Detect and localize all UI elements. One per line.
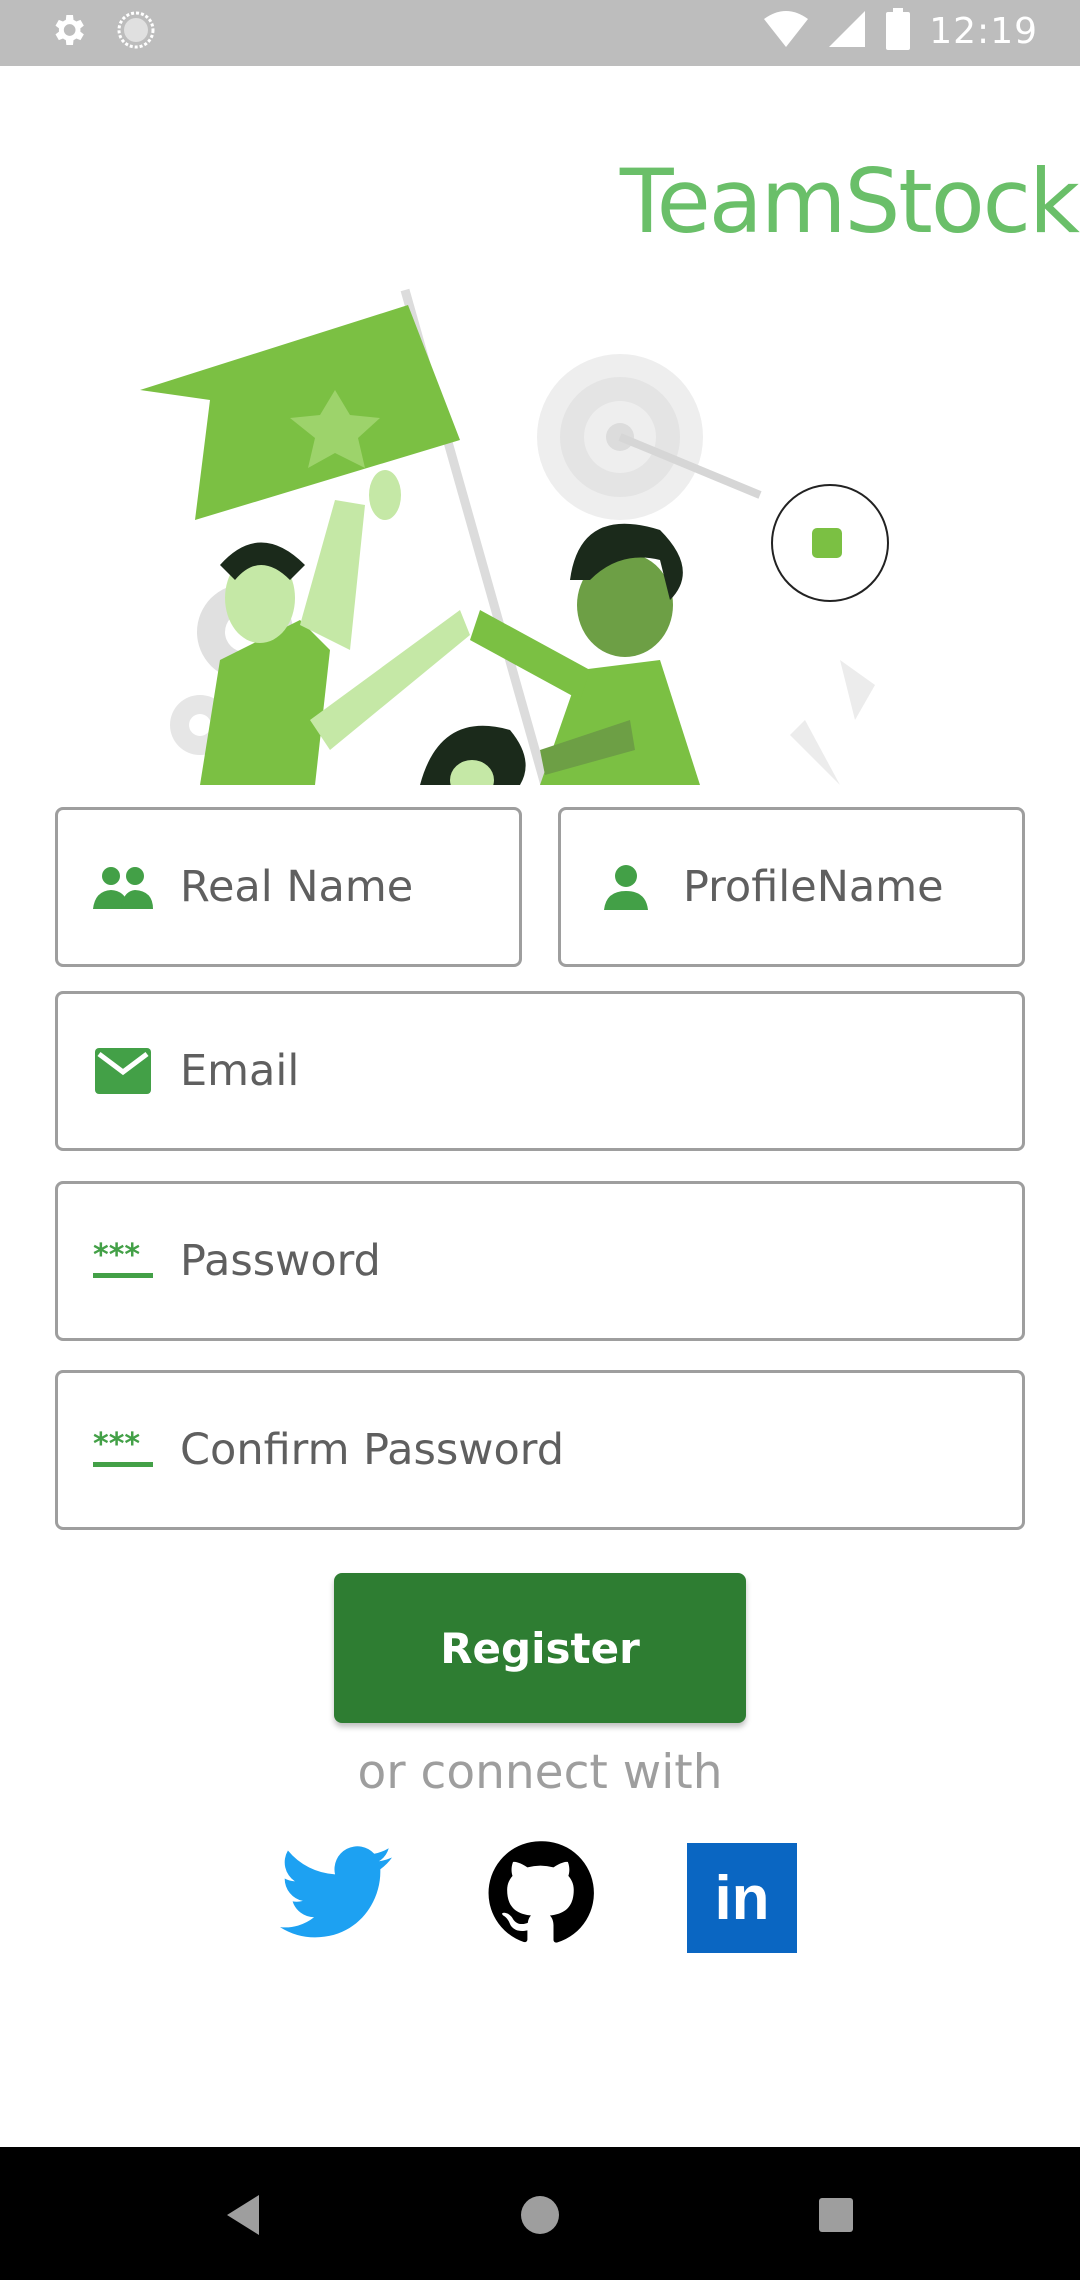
github-button[interactable]	[482, 1838, 597, 1953]
person-icon	[591, 852, 661, 922]
group-icon	[88, 852, 158, 922]
connect-caption: or connect with	[357, 1745, 723, 1800]
app-title: TeamStock	[619, 150, 1080, 253]
real-name-placeholder: Real Name	[180, 862, 414, 912]
twitter-button[interactable]	[278, 1838, 393, 1953]
linkedin-button[interactable]: in	[687, 1843, 797, 1953]
register-button[interactable]: Register	[334, 1573, 746, 1723]
email-placeholder: Email	[180, 1046, 300, 1096]
clock: 12:19	[929, 11, 1038, 52]
profile-name-field[interactable]: ProfileName	[558, 807, 1025, 967]
gear-icon	[48, 10, 88, 55]
password-field[interactable]: *** Password	[55, 1181, 1025, 1341]
mail-icon	[88, 1036, 158, 1106]
circle-icon	[116, 10, 156, 55]
twitter-icon	[279, 1845, 392, 1946]
password-placeholder: Password	[180, 1236, 381, 1286]
profile-name-placeholder: ProfileName	[683, 862, 944, 912]
signal-icon	[827, 9, 867, 54]
confirm-password-placeholder: Confirm Password	[180, 1425, 564, 1475]
hero-illustration	[140, 280, 920, 805]
status-bar: 12:19	[0, 0, 1080, 66]
real-name-field[interactable]: Real Name	[55, 807, 522, 967]
navigation-bar	[0, 2147, 1080, 2280]
back-icon[interactable]	[215, 2187, 271, 2243]
confirm-password-field[interactable]: *** Confirm Password	[55, 1370, 1025, 1530]
linkedin-icon: in	[714, 1863, 770, 1933]
svg-text:***: ***	[93, 1241, 140, 1273]
battery-icon	[885, 8, 911, 55]
email-field[interactable]: Email	[55, 991, 1025, 1151]
password-icon: ***	[88, 1415, 158, 1485]
home-icon[interactable]	[512, 2187, 568, 2243]
wifi-icon	[763, 9, 809, 54]
password-icon: ***	[88, 1226, 158, 1296]
recents-icon[interactable]	[808, 2187, 864, 2243]
svg-text:***: ***	[93, 1430, 140, 1462]
github-icon	[486, 1839, 594, 1952]
